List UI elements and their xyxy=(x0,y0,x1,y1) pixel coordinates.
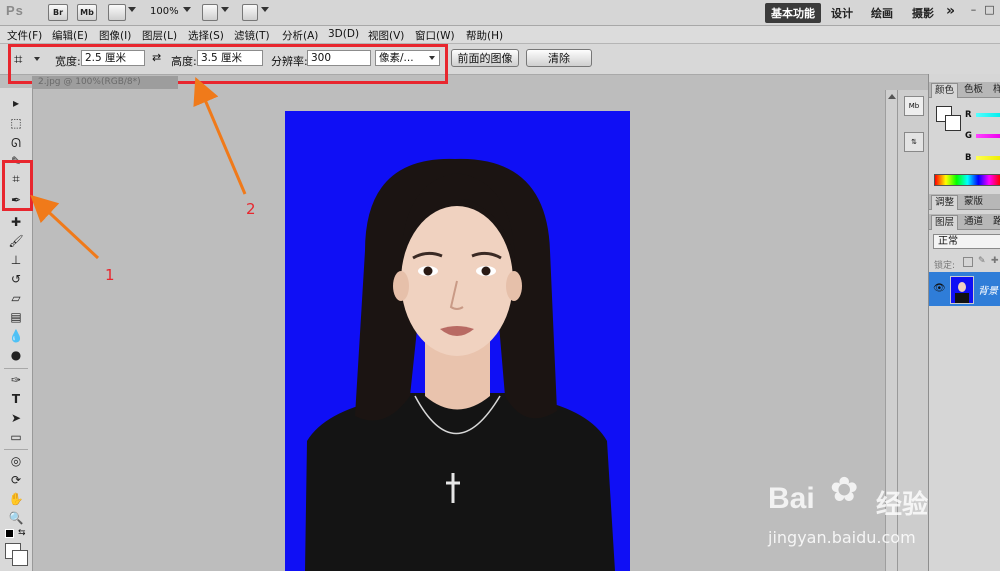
arrange-documents-icon[interactable] xyxy=(202,4,218,21)
zoom-level[interactable]: 100% xyxy=(150,6,179,17)
menu-file[interactable]: 文件(F) xyxy=(7,28,42,43)
hand-tool-icon[interactable]: ✋ xyxy=(7,491,25,507)
lock-transparent-icon[interactable] xyxy=(963,257,973,267)
red-slider[interactable] xyxy=(976,113,1000,117)
menu-help[interactable]: 帮助(H) xyxy=(466,28,503,43)
history-brush-tool-icon[interactable]: ↺ xyxy=(7,271,25,287)
rectangle-tool-icon[interactable]: ▭ xyxy=(7,429,25,445)
toolbox-divider xyxy=(4,368,28,369)
crop-tool-highlight-box xyxy=(2,160,33,211)
workspace-photography[interactable]: 摄影 xyxy=(912,5,934,21)
mini-bridge-icon[interactable]: Mb xyxy=(77,4,97,21)
blur-tool-icon[interactable]: 💧 xyxy=(7,328,25,344)
clone-stamp-tool-icon[interactable]: ⊥ xyxy=(7,252,25,268)
layer-row-background[interactable]: 👁 背景 xyxy=(929,272,1000,306)
menu-edit[interactable]: 编辑(E) xyxy=(52,28,88,43)
tab-color[interactable]: 颜色 xyxy=(931,83,959,98)
color-panel-tabs: 颜色 色板 样 xyxy=(929,82,1000,98)
layer-thumbnail xyxy=(950,276,974,304)
scroll-up-icon[interactable] xyxy=(888,94,896,99)
maximize-icon[interactable]: □ xyxy=(983,3,996,16)
blend-mode-select[interactable]: 正常 xyxy=(933,234,1000,249)
menu-bar: 文件(F) 编辑(E) 图像(I) 图层(L) 选择(S) 滤镜(T) 分析(A… xyxy=(0,26,1000,44)
tab-paths[interactable]: 路 xyxy=(990,215,1000,229)
default-colors-icon[interactable] xyxy=(5,529,14,538)
toolbox-divider xyxy=(4,449,28,450)
clear-button[interactable]: 清除 xyxy=(526,49,592,67)
history-panel-icon[interactable]: ⇅ xyxy=(904,132,924,152)
workspace-design[interactable]: 设计 xyxy=(831,5,853,21)
eraser-tool-icon[interactable]: ▱ xyxy=(7,290,25,306)
type-tool-icon[interactable]: T xyxy=(7,391,25,407)
rgb-label-r: R xyxy=(965,110,972,120)
annotation-number-2: 2 xyxy=(246,200,256,218)
visibility-eye-icon[interactable]: 👁 xyxy=(933,283,946,294)
dodge-tool-icon[interactable]: ● xyxy=(7,347,25,363)
collapsed-panel-strip: Mb ⇅ xyxy=(897,90,928,571)
workspace-essentials[interactable]: 基本功能 xyxy=(765,3,821,23)
chevron-down-icon[interactable] xyxy=(183,7,191,12)
background-color-swatch[interactable] xyxy=(12,550,28,566)
blue-slider[interactable] xyxy=(976,156,1000,160)
tab-adjustments[interactable]: 调整 xyxy=(931,195,959,210)
marquee-tool-icon[interactable]: ⬚ xyxy=(7,115,25,131)
zoom-tool-icon[interactable]: 🔍 xyxy=(7,510,25,526)
canvas-photo[interactable] xyxy=(285,111,630,571)
document-tab[interactable]: 2.jpg @ 100%(RGB/8*) xyxy=(32,76,178,89)
view-extras-icon[interactable] xyxy=(108,4,126,21)
swap-colors-icon[interactable]: ⇆ xyxy=(18,528,26,538)
tab-swatches[interactable]: 色板 xyxy=(961,83,986,97)
menu-view[interactable]: 视图(V) xyxy=(368,28,404,43)
right-panel-dock: 颜色 色板 样 R G B 调整 蒙版 图层 通道 路 正常 锁定: ✎ ✚ 👁… xyxy=(928,74,1000,571)
rgb-label-g: G xyxy=(965,131,972,141)
chevron-down-icon[interactable] xyxy=(261,7,269,12)
lock-label: 锁定: xyxy=(934,261,956,271)
photoshop-logo: Ps xyxy=(6,3,24,18)
chevron-down-icon[interactable] xyxy=(221,7,229,12)
3d-orbit-tool-icon[interactable]: ⟳ xyxy=(7,472,25,488)
menu-window[interactable]: 窗口(W) xyxy=(415,28,455,43)
menu-3d[interactable]: 3D(D) xyxy=(328,28,359,40)
menu-select[interactable]: 选择(S) xyxy=(188,28,224,43)
color-spectrum-bar[interactable] xyxy=(934,174,1000,186)
rgb-label-b: B xyxy=(965,153,972,163)
background-color-box[interactable] xyxy=(945,115,961,131)
minimize-icon[interactable]: – xyxy=(967,3,980,16)
tab-styles[interactable]: 样 xyxy=(990,83,1000,97)
pen-tool-icon[interactable]: ✑ xyxy=(7,372,25,388)
healing-brush-tool-icon[interactable]: ✚ xyxy=(7,214,25,230)
annotation-number-1: 1 xyxy=(105,266,115,284)
adjustments-panel-tabs: 调整 蒙版 xyxy=(929,194,1000,210)
lock-pixels-icon[interactable]: ✎ xyxy=(978,256,986,266)
lock-position-icon[interactable]: ✚ xyxy=(991,256,999,266)
front-image-button[interactable]: 前面的图像 xyxy=(451,49,519,67)
more-workspaces-icon[interactable]: » xyxy=(946,3,955,19)
chevron-down-icon[interactable] xyxy=(128,7,136,12)
menu-analysis[interactable]: 分析(A) xyxy=(282,28,318,43)
lasso-tool-icon[interactable]: ᘏ xyxy=(7,135,25,151)
workspace-painting[interactable]: 绘画 xyxy=(871,5,893,21)
bridge-icon[interactable]: Br xyxy=(48,4,68,21)
tab-layers[interactable]: 图层 xyxy=(931,215,959,230)
3d-rotate-tool-icon[interactable]: ◎ xyxy=(7,453,25,469)
layers-panel-tabs: 图层 通道 路 xyxy=(929,214,1000,230)
gradient-tool-icon[interactable]: ▤ xyxy=(7,309,25,325)
menu-image[interactable]: 图像(I) xyxy=(99,28,131,43)
menu-layer[interactable]: 图层(L) xyxy=(142,28,177,43)
tab-channels[interactable]: 通道 xyxy=(961,215,986,229)
layer-name: 背景 xyxy=(978,286,998,297)
menu-filter[interactable]: 滤镜(T) xyxy=(234,28,270,43)
tab-masks[interactable]: 蒙版 xyxy=(961,195,986,209)
path-selection-tool-icon[interactable]: ➤ xyxy=(7,410,25,426)
screen-mode-icon[interactable] xyxy=(242,4,258,21)
green-slider[interactable] xyxy=(976,134,1000,138)
move-tool-icon[interactable]: ▸ xyxy=(7,95,25,111)
mini-bridge-panel-icon[interactable]: Mb xyxy=(904,96,924,116)
application-bar: Ps Br Mb 100% 基本功能 设计 绘画 摄影 » – □ xyxy=(0,0,1000,26)
brush-tool-icon[interactable]: 🖌 xyxy=(7,233,25,249)
portrait-image xyxy=(285,111,630,571)
